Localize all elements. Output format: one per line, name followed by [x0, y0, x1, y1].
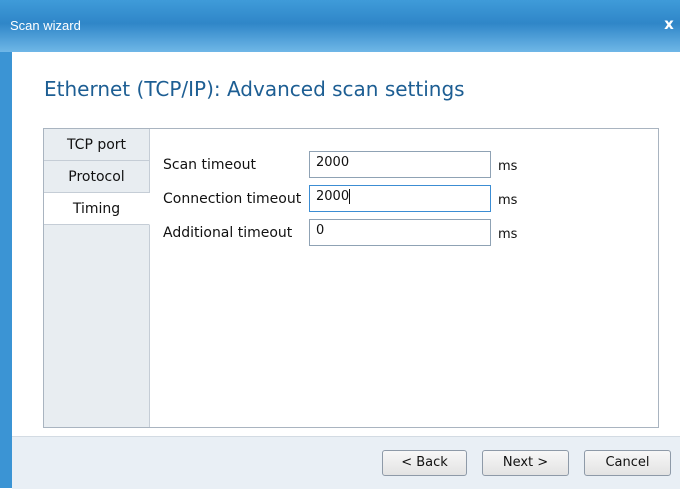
field-value: 0: [316, 223, 325, 238]
cancel-button[interactable]: Cancel: [584, 450, 671, 476]
tab-list: TCP port Protocol Timing: [44, 129, 150, 427]
page-heading: Ethernet (TCP/IP): Advanced scan setting…: [44, 77, 465, 101]
scan-timeout-unit: ms: [498, 159, 518, 174]
tab-separator: [149, 129, 150, 193]
tab-timing[interactable]: Timing: [44, 193, 150, 225]
tab-label: Protocol: [68, 169, 125, 185]
tab-label: Timing: [72, 201, 121, 217]
field-value: 2000: [316, 155, 350, 170]
additional-timeout-label: Additional timeout: [163, 225, 293, 241]
field-value: 2000: [316, 189, 350, 204]
additional-timeout-field[interactable]: 0: [309, 219, 491, 246]
connection-timeout-field[interactable]: 2000: [309, 185, 491, 212]
window-frame-left: [0, 52, 12, 488]
tab-separator: [149, 225, 150, 427]
title-bar: Scan wizard x: [0, 0, 680, 52]
next-button[interactable]: Next >: [482, 450, 569, 476]
scan-timeout-label: Scan timeout: [163, 157, 257, 173]
tab-label: TCP port: [66, 137, 127, 153]
scan-timeout-field[interactable]: 2000: [309, 151, 491, 178]
settings-tab-panel: TCP port Protocol Timing Scan timeout 20…: [43, 128, 659, 428]
connection-timeout-label: Connection timeout: [163, 191, 302, 207]
additional-timeout-unit: ms: [498, 227, 518, 242]
back-button[interactable]: < Back: [382, 450, 467, 476]
close-icon[interactable]: x: [660, 14, 678, 34]
button-bar: < Back Next > Cancel: [12, 436, 680, 489]
text-cursor: [349, 189, 351, 204]
tab-protocol[interactable]: Protocol: [44, 161, 150, 193]
connection-timeout-unit: ms: [498, 193, 518, 208]
window-title: Scan wizard: [10, 18, 81, 33]
wizard-window: Ethernet (TCP/IP): Advanced scan setting…: [12, 52, 680, 489]
tab-tcp-port[interactable]: TCP port: [44, 129, 150, 161]
